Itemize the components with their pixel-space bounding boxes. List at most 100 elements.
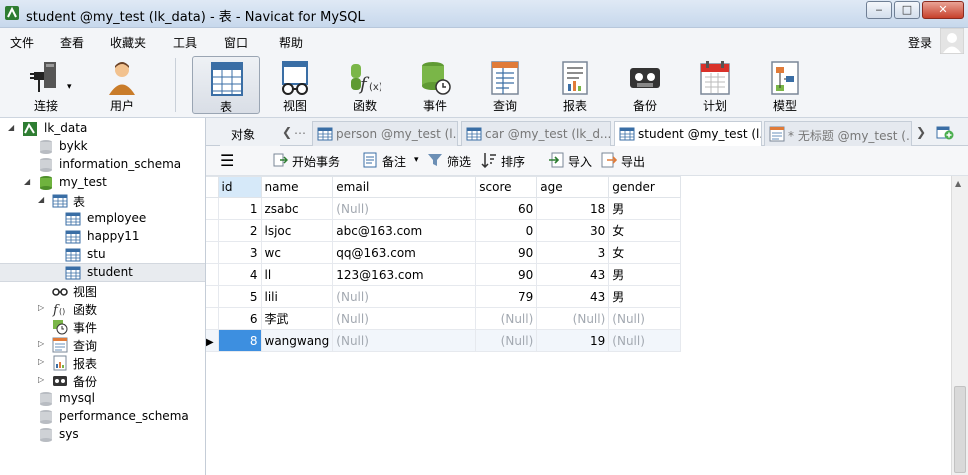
cell-email[interactable]: (Null)	[332, 197, 477, 220]
model-button[interactable]: 模型	[754, 56, 816, 114]
cell-id[interactable]: 3	[217, 241, 262, 264]
table-row[interactable]: 2 lsjoc abc@163.com 0 30 女	[206, 219, 682, 242]
menu-window[interactable]: 窗口	[224, 34, 248, 51]
cell-email[interactable]: 123@163.com	[332, 263, 477, 286]
column-header-email[interactable]: email	[332, 176, 477, 198]
column-header-id[interactable]: id	[217, 176, 262, 198]
cell-gender[interactable]: 男	[608, 285, 682, 308]
cell-name[interactable]: wangwang	[260, 329, 334, 352]
tree-item-stu[interactable]: stu	[0, 246, 205, 264]
scroll-up-arrow-icon[interactable]: ▲	[955, 179, 961, 188]
chevron-down-icon[interactable]: ▾	[414, 155, 419, 165]
row-selector[interactable]	[206, 307, 219, 330]
cell-id[interactable]: 1	[217, 197, 262, 220]
cell-id[interactable]: 6	[217, 307, 262, 330]
column-header-name[interactable]: name	[260, 176, 334, 198]
tree-item-my-test[interactable]: ◢ my_test	[0, 174, 205, 192]
cell-score[interactable]: 79	[475, 285, 538, 308]
cell-score[interactable]: 60	[475, 197, 538, 220]
column-header-score[interactable]: score	[475, 176, 538, 198]
tree-item-sys[interactable]: sys	[0, 426, 205, 444]
begin-transaction-button[interactable]: 开始事务	[272, 146, 346, 176]
report-button[interactable]: 报表	[544, 56, 606, 114]
expand-triangle-icon[interactable]: ◢	[38, 195, 47, 204]
cell-id[interactable]: 2	[217, 219, 262, 242]
column-header-gender[interactable]: gender	[608, 176, 682, 198]
tree-item-functions[interactable]: ▷ f () 函数	[0, 300, 205, 318]
minimize-button[interactable]: ‒	[866, 1, 892, 19]
cell-name[interactable]: lsjoc	[260, 219, 334, 242]
connection-button[interactable]: ▾ 连接	[15, 56, 77, 114]
table-row[interactable]: 1 zsabc (Null) 60 18 男	[206, 197, 682, 220]
tab-student[interactable]: student @my_test (l...	[614, 121, 762, 147]
tab-person[interactable]: person @my_test (l...	[312, 121, 458, 146]
table-row[interactable]: 3 wc qq@163.com 90 3 女	[206, 241, 682, 264]
menu-view[interactable]: 查看	[60, 34, 84, 51]
expand-triangle-icon[interactable]: ◢	[8, 123, 17, 132]
tree-item-happy11[interactable]: happy11	[0, 228, 205, 246]
cell-age[interactable]: 30	[536, 219, 610, 242]
table-row[interactable]: 4 ll 123@163.com 90 43 男	[206, 263, 682, 286]
column-header-age[interactable]: age	[536, 176, 610, 198]
account-avatar-icon[interactable]	[940, 28, 964, 54]
tree-item-information-schema[interactable]: information_schema	[0, 156, 205, 174]
tab-scroll-right-icon[interactable]: ❯	[916, 125, 926, 139]
cell-id[interactable]: 4	[217, 263, 262, 286]
row-selector[interactable]	[206, 263, 219, 286]
cell-email[interactable]: (Null)	[332, 285, 477, 308]
table-row[interactable]: 5 lili (Null) 79 43 男	[206, 285, 682, 308]
cell-gender[interactable]: (Null)	[608, 329, 682, 352]
cell-name[interactable]: lili	[260, 285, 334, 308]
export-button[interactable]: 导出	[601, 146, 651, 176]
cell-score[interactable]: (Null)	[475, 329, 538, 352]
cell-id[interactable]: 5	[217, 285, 262, 308]
collapse-triangle-icon[interactable]: ▷	[38, 375, 47, 384]
sort-button[interactable]: 排序	[481, 146, 531, 176]
tree-item-tables[interactable]: ◢ 表	[0, 192, 205, 210]
menu-favorites[interactable]: 收藏夹	[110, 34, 146, 51]
cell-email[interactable]: abc@163.com	[332, 219, 477, 242]
maximize-button[interactable]: □	[894, 1, 920, 19]
login-link[interactable]: 登录	[908, 34, 932, 51]
cell-email[interactable]: (Null)	[332, 307, 477, 330]
vertical-scrollbar[interactable]: ▲	[951, 176, 968, 475]
tree-item-queries[interactable]: ▷ 查询	[0, 336, 205, 354]
row-selector[interactable]: ▶	[206, 329, 219, 352]
event-button[interactable]: 事件	[404, 56, 466, 114]
tab-objects[interactable]: 对象	[220, 121, 280, 146]
tab-car[interactable]: car @my_test (lk_d...	[461, 121, 611, 146]
cell-age[interactable]: 3	[536, 241, 610, 264]
row-selector[interactable]	[206, 285, 219, 308]
menu-tools[interactable]: 工具	[173, 34, 197, 51]
chevron-down-icon[interactable]: ▾	[67, 82, 72, 92]
tab-scroll-left-icon[interactable]: ❮	[282, 125, 292, 139]
cell-age[interactable]: 43	[536, 285, 610, 308]
table-row[interactable]: ▶ 8 wangwang (Null) (Null) 19 (Null)	[206, 329, 682, 352]
collapse-triangle-icon[interactable]: ▷	[38, 339, 47, 348]
user-button[interactable]: 用户	[91, 56, 153, 114]
cell-name[interactable]: wc	[260, 241, 334, 264]
tree-item-views[interactable]: 视图	[0, 282, 205, 300]
cell-age[interactable]: 19	[536, 329, 610, 352]
schedule-button[interactable]: 计划	[684, 56, 746, 114]
cell-id[interactable]: 8	[217, 329, 262, 352]
cell-score[interactable]: 90	[475, 241, 538, 264]
view-button[interactable]: 视图	[264, 56, 326, 114]
cell-score[interactable]: 0	[475, 219, 538, 242]
cell-score[interactable]: (Null)	[475, 307, 538, 330]
cell-gender[interactable]: 男	[608, 263, 682, 286]
cell-gender[interactable]: (Null)	[608, 307, 682, 330]
hamburger-menu-icon[interactable]: ☰	[220, 151, 234, 170]
collapse-triangle-icon[interactable]: ▷	[38, 357, 47, 366]
data-grid[interactable]: id name email score age gender 1 zsabc (Nu…	[206, 176, 951, 475]
tree-item-reports[interactable]: ▷ 报表	[0, 354, 205, 372]
cell-score[interactable]: 90	[475, 263, 538, 286]
scroll-thumb[interactable]	[954, 386, 966, 473]
tree-item-lk-data[interactable]: ◢ lk_data	[0, 120, 205, 138]
cell-age[interactable]: 43	[536, 263, 610, 286]
close-button[interactable]: ✕	[922, 1, 964, 19]
tab-untitled-query[interactable]: * 无标题 @my_test (...	[764, 121, 912, 146]
menu-file[interactable]: 文件	[10, 34, 34, 51]
tree-item-backups[interactable]: ▷ 备份	[0, 372, 205, 390]
cell-name[interactable]: 李武	[260, 307, 334, 330]
